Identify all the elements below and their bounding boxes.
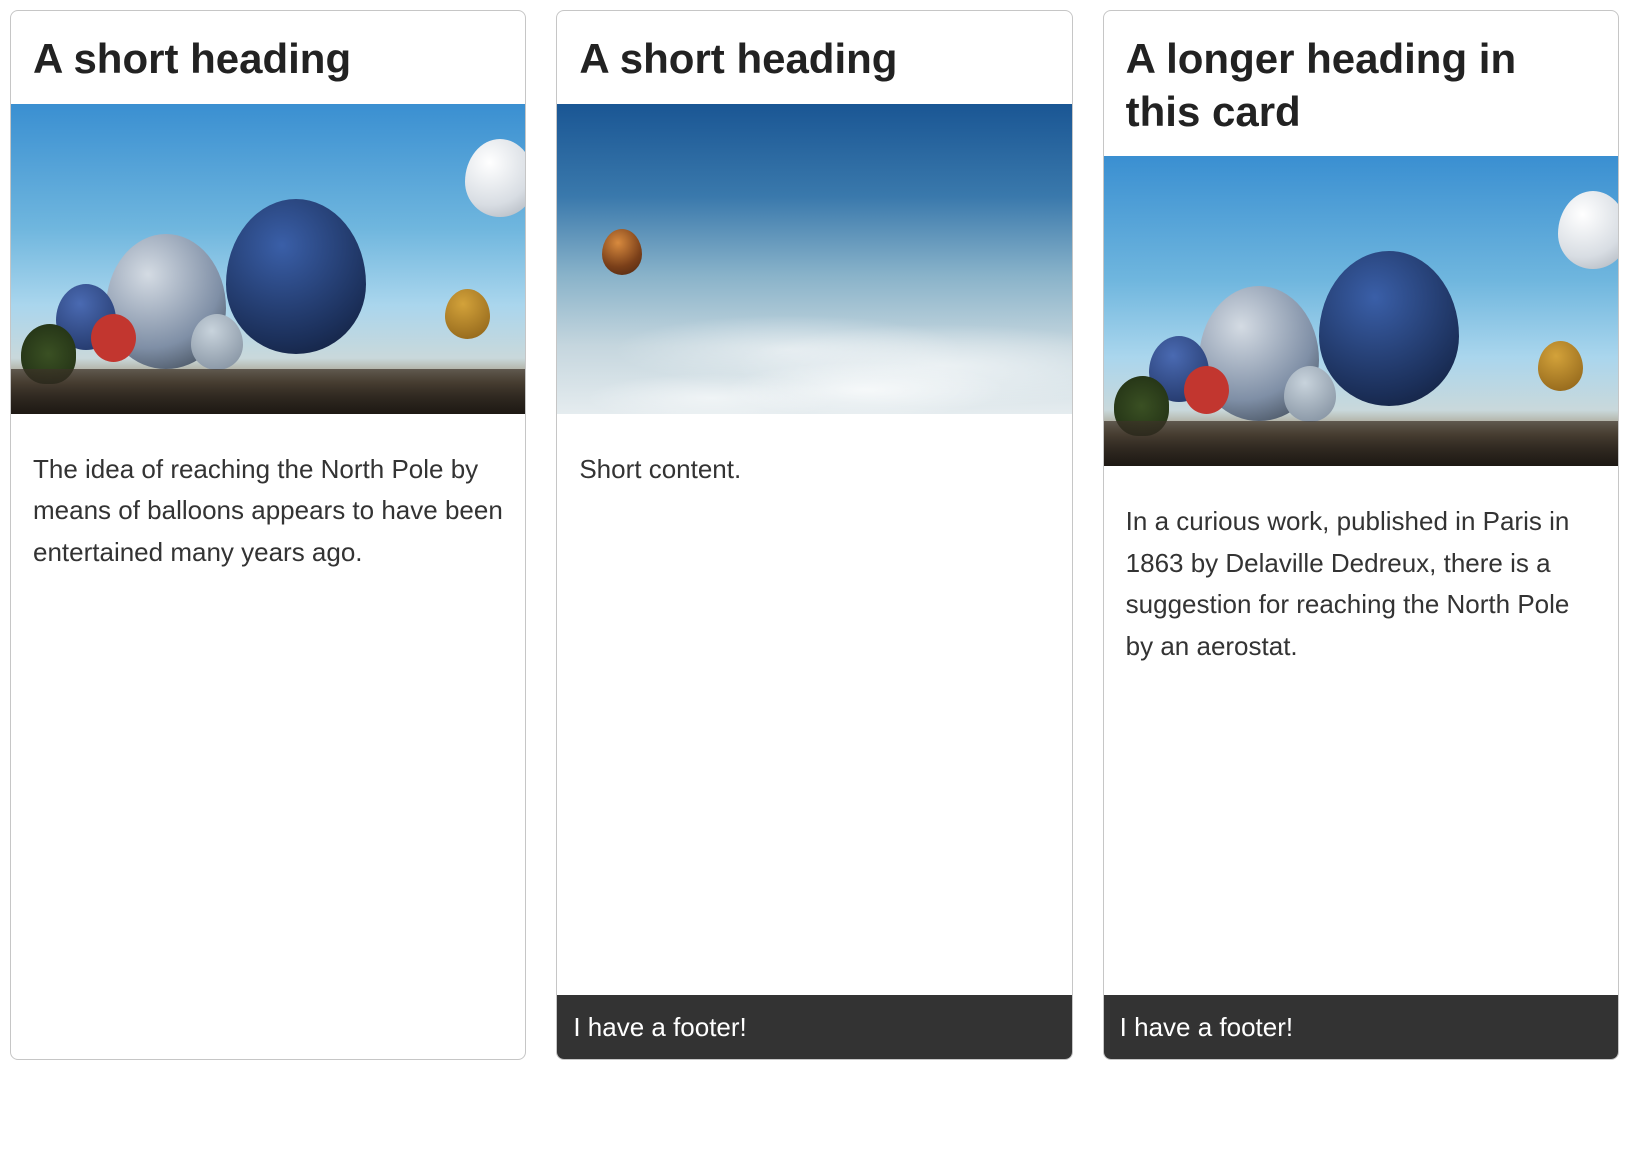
card-image bbox=[1104, 156, 1618, 466]
card-grid: A short heading The idea of reaching the… bbox=[10, 10, 1619, 1060]
card-content: Short content. bbox=[557, 414, 1071, 995]
card: A short heading Short content. I have a … bbox=[556, 10, 1072, 1060]
card-image bbox=[11, 104, 525, 414]
card-content: In a curious work, published in Paris in… bbox=[1104, 466, 1618, 995]
card-heading: A longer heading in this card bbox=[1104, 11, 1618, 156]
card: A short heading The idea of reaching the… bbox=[10, 10, 526, 1060]
card-image bbox=[557, 104, 1071, 414]
card-heading: A short heading bbox=[11, 11, 525, 104]
card: A longer heading in this card In a curio… bbox=[1103, 10, 1619, 1060]
card-content: The idea of reaching the North Pole by m… bbox=[11, 414, 525, 1060]
card-footer: I have a footer! bbox=[557, 995, 1071, 1059]
card-heading: A short heading bbox=[557, 11, 1071, 104]
card-footer: I have a footer! bbox=[1104, 995, 1618, 1059]
